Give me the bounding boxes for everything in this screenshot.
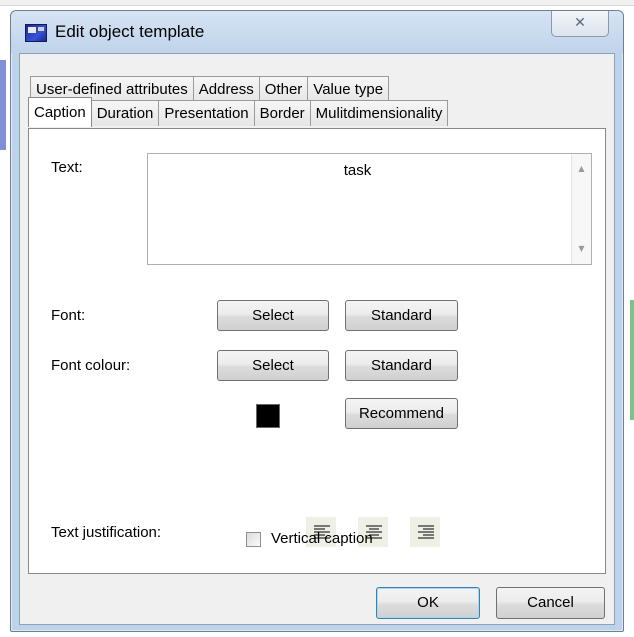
text-justification-label: Text justification: <box>51 524 162 541</box>
scroll-down-icon[interactable]: ▼ <box>572 240 591 258</box>
app-icon <box>25 24 47 42</box>
tab-multidimensionality[interactable]: Mulitdimensionality <box>309 100 449 126</box>
tab-presentation[interactable]: Presentation <box>158 100 255 126</box>
font-select-button[interactable]: Select <box>217 300 329 331</box>
dialog-body: User-defined attributes Address Other Va… <box>19 53 615 625</box>
caption-tab-panel: Text: task ▲ ▼ Font: Select Standard Fon… <box>28 128 606 574</box>
font-standard-button[interactable]: Standard <box>345 300 458 331</box>
close-button[interactable]: ✕ <box>551 11 609 37</box>
colour-standard-button[interactable]: Standard <box>345 350 458 381</box>
background-app-edge <box>0 0 634 6</box>
tab-duration[interactable]: Duration <box>90 100 160 126</box>
close-icon: ✕ <box>574 15 586 31</box>
colour-select-button[interactable]: Select <box>217 350 329 381</box>
background-app-strip <box>630 300 634 420</box>
background-app-strip <box>0 60 6 150</box>
tab-caption[interactable]: Caption <box>28 97 92 127</box>
tab-border[interactable]: Border <box>253 100 311 126</box>
dialog-title: Edit object template <box>55 22 205 41</box>
tab-row-front: Caption Duration Presentation Border Mul… <box>28 97 449 127</box>
text-label: Text: <box>51 159 83 176</box>
scroll-up-icon[interactable]: ▲ <box>572 160 591 178</box>
tab-value-type[interactable]: Value type <box>307 76 390 102</box>
font-label: Font: <box>51 307 86 324</box>
font-colour-label: Font colour: <box>51 357 131 374</box>
caption-text-area[interactable]: task ▲ ▼ <box>147 153 592 265</box>
vertical-caption-label: Vertical caption <box>271 530 373 547</box>
tab-other[interactable]: Other <box>258 76 309 102</box>
right-align-icon <box>418 525 434 539</box>
justify-right-button[interactable] <box>410 517 440 547</box>
caption-text-value: task <box>343 162 372 179</box>
font-colour-swatch <box>256 404 280 428</box>
cancel-button[interactable]: Cancel <box>496 587 605 619</box>
text-scrollbar[interactable]: ▲ ▼ <box>571 154 591 264</box>
vertical-caption-checkbox[interactable] <box>246 532 261 547</box>
tab-address[interactable]: Address <box>192 76 260 102</box>
title-bar[interactable]: Edit object template ✕ <box>11 11 623 53</box>
ok-button[interactable]: OK <box>376 587 480 619</box>
colour-recommend-button[interactable]: Recommend <box>345 398 458 429</box>
edit-object-template-dialog: Edit object template ✕ User-defined attr… <box>10 10 624 632</box>
